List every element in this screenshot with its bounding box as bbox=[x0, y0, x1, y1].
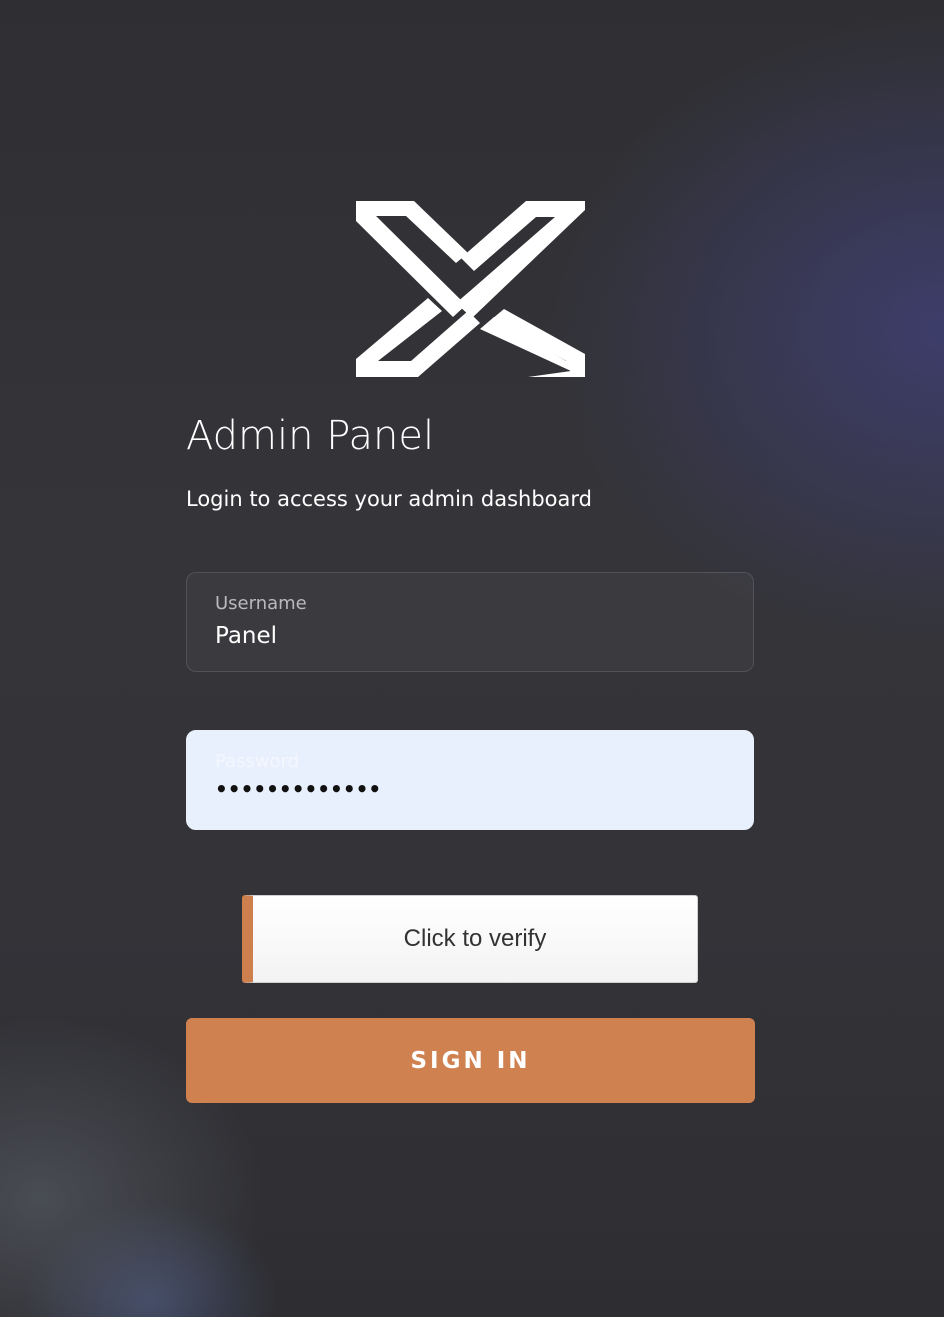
password-label: Password bbox=[215, 751, 300, 772]
page-subtitle: Login to access your admin dashboard bbox=[186, 487, 592, 511]
password-value[interactable]: ••••••••••••• bbox=[215, 777, 381, 801]
sign-in-button[interactable]: SIGN IN bbox=[186, 1018, 755, 1103]
username-field[interactable]: Username Panel bbox=[186, 572, 754, 672]
username-value[interactable]: Panel bbox=[215, 623, 277, 649]
page-title: Admin Panel bbox=[186, 413, 435, 459]
username-label: Username bbox=[215, 593, 307, 614]
x-logo-icon bbox=[356, 201, 585, 377]
verify-captcha-button[interactable]: Click to verify bbox=[242, 895, 698, 983]
verify-label: Click to verify bbox=[403, 925, 547, 952]
password-field[interactable]: Password ••••••••••••• bbox=[186, 730, 754, 830]
